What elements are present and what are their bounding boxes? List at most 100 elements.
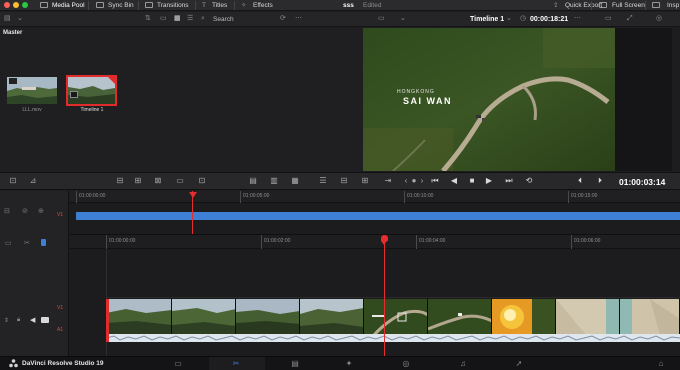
append-icon[interactable]: ⊡ [197, 176, 207, 186]
media-page-icon[interactable]: ▭ [173, 359, 183, 369]
titles-button[interactable]: Titles [212, 1, 227, 10]
inspector-button[interactable]: Insp [667, 1, 679, 10]
cut-page-icon[interactable]: ✂ [231, 359, 241, 369]
play-icon[interactable]: ▶ [484, 176, 494, 186]
overwrite-clip-icon[interactable]: ⊞ [133, 176, 143, 186]
video-clip[interactable] [364, 299, 428, 335]
clip-selection-edge[interactable] [106, 299, 109, 335]
separator [195, 1, 196, 10]
timecode-mode-icon[interactable]: ◷ [520, 14, 526, 24]
next-edit-icon[interactable]: ⏵ [595, 176, 605, 186]
snap-icon[interactable]: ⊡ [8, 176, 18, 186]
chevron-down-icon[interactable]: ⌄ [506, 14, 512, 24]
audio-clip[interactable] [105, 334, 680, 342]
top-toolbar: Media Pool Sync Bin Transitions T Titles… [0, 0, 680, 11]
loop-icon[interactable]: ⟲ [524, 176, 534, 186]
timeline-area[interactable]: 01:00:00:00 01:00:05:00 01:00:10:00 01:0… [70, 191, 680, 356]
effects-button[interactable]: Effects [253, 1, 273, 10]
zoom-window-icon[interactable] [22, 2, 28, 8]
zoom-level-icon[interactable]: ⌄ [400, 14, 406, 24]
more-options-icon[interactable]: ⋯ [574, 14, 581, 24]
dim-icon[interactable]: ⊞ [360, 176, 370, 186]
video-clip[interactable] [106, 299, 172, 335]
speaker-icon[interactable]: ◀ [30, 316, 35, 324]
close-window-icon[interactable] [4, 2, 10, 8]
transitions-button[interactable]: Transitions [157, 1, 189, 10]
flag-icon[interactable] [41, 239, 46, 246]
media-pool-panel: Master LLL.mov Timeline 1 [0, 28, 362, 171]
bin-list-icon[interactable]: ▤ [4, 14, 11, 24]
options-icon[interactable]: ⋯ [295, 14, 302, 24]
video-clip[interactable] [492, 299, 556, 335]
color-icon[interactable]: ◎ [656, 14, 662, 24]
video-clip[interactable] [300, 299, 364, 335]
replace-clip-icon[interactable]: ⊠ [153, 176, 163, 186]
refresh-icon[interactable]: ⟳ [280, 14, 286, 24]
lower-playhead[interactable] [384, 235, 385, 356]
media-pool-button[interactable]: Media Pool [52, 1, 85, 10]
list-view-icon[interactable]: ☰ [187, 14, 193, 24]
upper-ruler[interactable]: 01:00:00:00 01:00:05:00 01:00:10:00 01:0… [70, 191, 680, 203]
upper-v1-label: V1 [57, 212, 64, 218]
link-icon[interactable]: ⊿ [28, 176, 38, 186]
quick-export-button[interactable]: Quick Export [565, 1, 602, 10]
video-clip[interactable] [172, 299, 236, 335]
video-clip[interactable] [556, 299, 620, 335]
fusion-page-icon[interactable]: ✦ [344, 359, 354, 369]
go-to-end-icon[interactable]: ⏭ [504, 176, 514, 186]
video-enable-icon[interactable] [41, 317, 49, 323]
video-clip[interactable] [236, 299, 300, 335]
video-clip[interactable] [620, 299, 680, 335]
upper-playhead-handle[interactable] [189, 192, 197, 198]
deliver-page-icon[interactable]: ➚ [514, 359, 524, 369]
edit-page-icon[interactable]: ▤ [290, 359, 300, 369]
metadata-view-icon[interactable]: ▭ [160, 14, 167, 24]
ripple-icon[interactable]: ▤ [248, 176, 258, 186]
search-icon[interactable]: ⌕ [201, 14, 205, 24]
audio-levels-icon[interactable]: ☰ [318, 176, 328, 186]
jog-next-icon[interactable]: › [417, 176, 427, 186]
lower-ruler[interactable]: 01:00:00:00 01:00:02:00 01:00:04:00 01:0… [70, 235, 680, 249]
play-reverse-icon[interactable]: ◀ [449, 176, 459, 186]
fast-review-icon[interactable]: ⇥ [383, 176, 393, 186]
razor-icon[interactable]: ✂ [24, 239, 30, 247]
source-overwrite-icon[interactable]: ▦ [290, 176, 300, 186]
viewer-frame[interactable] [363, 28, 615, 171]
media-pool-toolbar: ▤ ⌄ ⇅ ▭ ▦ ☰ ⌕ Search ⟳ ⋯ ▭ ⌄ Timeline 1 … [0, 12, 680, 27]
sort-icon[interactable]: ⇅ [145, 14, 151, 24]
track-destination-icon[interactable]: ⊕ [38, 207, 44, 215]
chevron-down-icon[interactable]: ⌄ [17, 14, 23, 24]
place-on-top-icon[interactable]: ▭ [175, 176, 185, 186]
transitions-icon [145, 2, 153, 8]
timeline-view-icon[interactable]: ▭ [5, 239, 12, 247]
transform-icon[interactable]: ⤢ [627, 14, 633, 24]
go-to-start-icon[interactable]: ⏮ [430, 176, 440, 186]
viewer-layout-icon[interactable]: ▭ [378, 14, 385, 24]
insert-clip-icon[interactable]: ⊟ [115, 176, 125, 186]
track-link-icon[interactable]: ⊘ [22, 207, 28, 215]
close-up-icon[interactable]: ▥ [269, 176, 279, 186]
transport-toolbar: ⊡ ⊿ ⊟ ⊞ ⊠ ▭ ⊡ ▤ ▥ ▦ ☰ ⊟ ⊞ ⇥ ‹ ● › ⏮ ◀ ■ … [0, 172, 680, 190]
previous-edit-icon[interactable]: ⏴ [575, 176, 585, 186]
timeline-selector[interactable]: Timeline 1 [470, 15, 504, 24]
upper-timeline-clip[interactable] [76, 212, 680, 220]
track-lock-icon[interactable]: ⊟ [4, 207, 10, 215]
viewer-mode-icon[interactable]: ▭ [605, 14, 612, 24]
current-timecode: 01:00:03:14 [619, 177, 666, 187]
project-status: Edited [363, 2, 382, 9]
home-icon[interactable]: ⌂ [656, 359, 666, 369]
video-clip[interactable] [428, 299, 492, 335]
bin-name[interactable]: Master [3, 30, 22, 36]
full-screen-button[interactable]: Full Screen [612, 1, 645, 10]
search-label[interactable]: Search [213, 15, 234, 24]
stop-icon[interactable]: ■ [467, 176, 477, 186]
track-lock-v1-icon[interactable]: ⇕ [4, 317, 9, 324]
fairlight-page-icon[interactable]: ♫ [458, 359, 468, 369]
thumbnail-view-icon[interactable]: ▦ [174, 14, 181, 24]
minimize-window-icon[interactable] [13, 2, 19, 8]
mute-icon[interactable]: ⊟ [339, 176, 349, 186]
color-page-icon[interactable]: ◎ [401, 359, 411, 369]
separator [88, 1, 89, 10]
sync-bin-button[interactable]: Sync Bin [108, 1, 134, 10]
lock-icon[interactable]: 🔒︎ [17, 317, 20, 324]
